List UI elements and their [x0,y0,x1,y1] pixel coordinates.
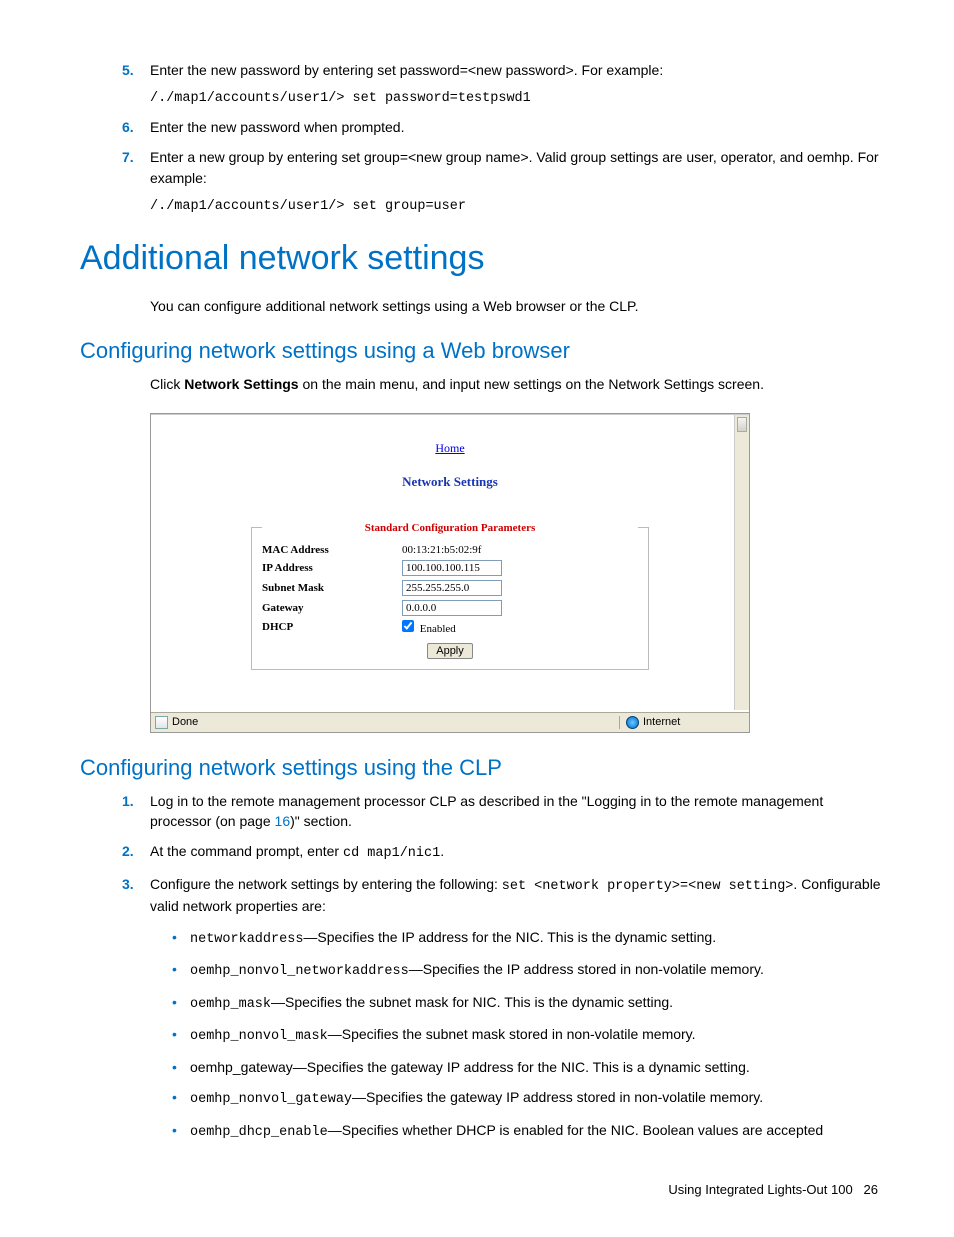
bullet-networkaddress: networkaddress—Specifies the IP address … [190,927,884,950]
b7-code: oemhp_dhcp_enable [190,1125,328,1140]
ip-label: IP Address [262,562,402,574]
clp-num-2: 2. [122,841,134,861]
clp-num-1: 1. [122,791,134,811]
web-text-pre: Click [150,376,184,392]
step-5-code: /./map1/accounts/user1/> set password=te… [150,90,884,109]
clp-3-code: set <network property>=<new setting> [502,879,794,894]
clp-steps: 1. Log in to the remote management proce… [80,791,884,917]
bullet-nonvol-networkaddress: oemhp_nonvol_networkaddress—Specifies th… [190,959,884,982]
dhcp-label: DHCP [262,621,402,633]
b5-plain: oemhp_gateway—Specifies the gateway IP a… [190,1059,750,1075]
heading-web-browser: Configuring network settings using a Web… [80,338,884,364]
apply-button[interactable]: Apply [427,643,473,659]
web-text-post: on the main menu, and input new settings… [299,376,764,392]
b6-code: oemhp_nonvol_gateway [190,1092,352,1107]
clp-1-pre: Log in to the remote management processo… [150,793,823,829]
mask-label: Subnet Mask [262,582,402,594]
status-done: Done [172,716,198,728]
b6-text: —Specifies the gateway IP address stored… [352,1089,763,1105]
status-bar: Done Internet [151,712,749,732]
screenshot-title: Network Settings [151,462,749,516]
page-ref-16[interactable]: 16 [275,813,291,829]
b3-text: —Specifies the subnet mask for NIC. This… [271,994,673,1010]
b7-text: —Specifies whether DHCP is enabled for t… [328,1122,823,1138]
step-number-6: 6. [122,117,134,137]
scrollbar[interactable] [734,415,749,710]
step-number-7: 7. [122,147,134,167]
status-right: Internet [619,716,749,729]
gateway-label: Gateway [262,602,402,614]
page-footer: Using Integrated Lights-Out 100 26 [80,1182,884,1197]
apply-row: Apply [262,643,638,659]
home-link[interactable]: Home [151,415,749,462]
step-7-code: /./map1/accounts/user1/> set group=user [150,198,884,217]
web-text-bold: Network Settings [184,376,298,392]
clp-num-3: 3. [122,874,134,894]
row-mask: Subnet Mask [262,580,638,596]
gateway-input[interactable] [402,600,502,616]
bullet-gateway: oemhp_gateway—Specifies the gateway IP a… [190,1057,884,1077]
footer-text: Using Integrated Lights-Out 100 [668,1182,852,1197]
property-bullets: networkaddress—Specifies the IP address … [80,927,884,1143]
b3-code: oemhp_mask [190,997,271,1012]
row-gateway: Gateway [262,600,638,616]
b1-code: networkaddress [190,932,303,947]
row-mac: MAC Address 00:13:21:b5:02:9f [262,544,638,556]
step-5-text: Enter the new password by entering set p… [150,62,663,78]
heading-clp: Configuring network settings using the C… [80,755,884,781]
top-steps: 5. Enter the new password by entering se… [80,60,884,80]
b2-text: —Specifies the IP address stored in non-… [409,961,764,977]
clp-step-1: 1. Log in to the remote management proce… [150,791,884,832]
mask-input[interactable] [402,580,502,596]
bullet-dhcp-enable: oemhp_dhcp_enable—Specifies whether DHCP… [190,1120,884,1143]
intro-text: You can configure additional network set… [150,296,884,316]
clp-step-3: 3. Configure the network settings by ent… [150,874,884,917]
dhcp-checkbox[interactable] [402,620,414,632]
heading-additional-network: Additional network settings [80,239,884,278]
clp-2-pre: At the command prompt, enter [150,843,343,859]
dhcp-value: Enabled [402,620,456,635]
clp-3-pre: Configure the network settings by enteri… [150,876,502,892]
row-dhcp: DHCP Enabled [262,620,638,635]
step-6: 6. Enter the new password when prompted. [150,117,884,137]
clp-1-post: )" section. [290,813,352,829]
step-7-text: Enter a new group by entering set group=… [150,149,879,185]
b4-text: —Specifies the subnet mask stored in non… [328,1026,696,1042]
bullet-nonvol-gateway: oemhp_nonvol_gateway—Specifies the gatew… [190,1087,884,1110]
top-steps-cont: 6. Enter the new password when prompted.… [80,117,884,188]
b4-code: oemhp_nonvol_mask [190,1029,328,1044]
network-settings-screenshot: Home Network Settings Standard Configura… [150,413,750,733]
fieldset-legend: Standard Configuration Parameters [262,522,638,534]
mac-value: 00:13:21:b5:02:9f [402,544,481,556]
b1-text: —Specifies the IP address for the NIC. T… [303,929,716,945]
step-6-text: Enter the new password when prompted. [150,119,404,135]
step-7: 7. Enter a new group by entering set gro… [150,147,884,188]
clp-2-post: . [440,843,444,859]
globe-icon [626,716,639,729]
status-zone: Internet [643,716,680,728]
footer-page: 26 [864,1182,878,1197]
config-fieldset: Standard Configuration Parameters MAC Ad… [251,522,649,670]
row-ip: IP Address [262,560,638,576]
bullet-mask: oemhp_mask—Specifies the subnet mask for… [190,992,884,1015]
step-number-5: 5. [122,60,134,80]
clp-2-code: cd map1/nic1 [343,846,440,861]
status-left: Done [151,716,619,729]
step-5: 5. Enter the new password by entering se… [150,60,884,80]
dhcp-enabled-text: Enabled [420,623,456,635]
b2-code: oemhp_nonvol_networkaddress [190,964,409,979]
bullet-nonvol-mask: oemhp_nonvol_mask—Specifies the subnet m… [190,1024,884,1047]
ip-input[interactable] [402,560,502,576]
page-icon [155,716,168,729]
mac-label: MAC Address [262,544,402,556]
web-instruction: Click Network Settings on the main menu,… [150,374,884,394]
clp-step-2: 2. At the command prompt, enter cd map1/… [150,841,884,864]
